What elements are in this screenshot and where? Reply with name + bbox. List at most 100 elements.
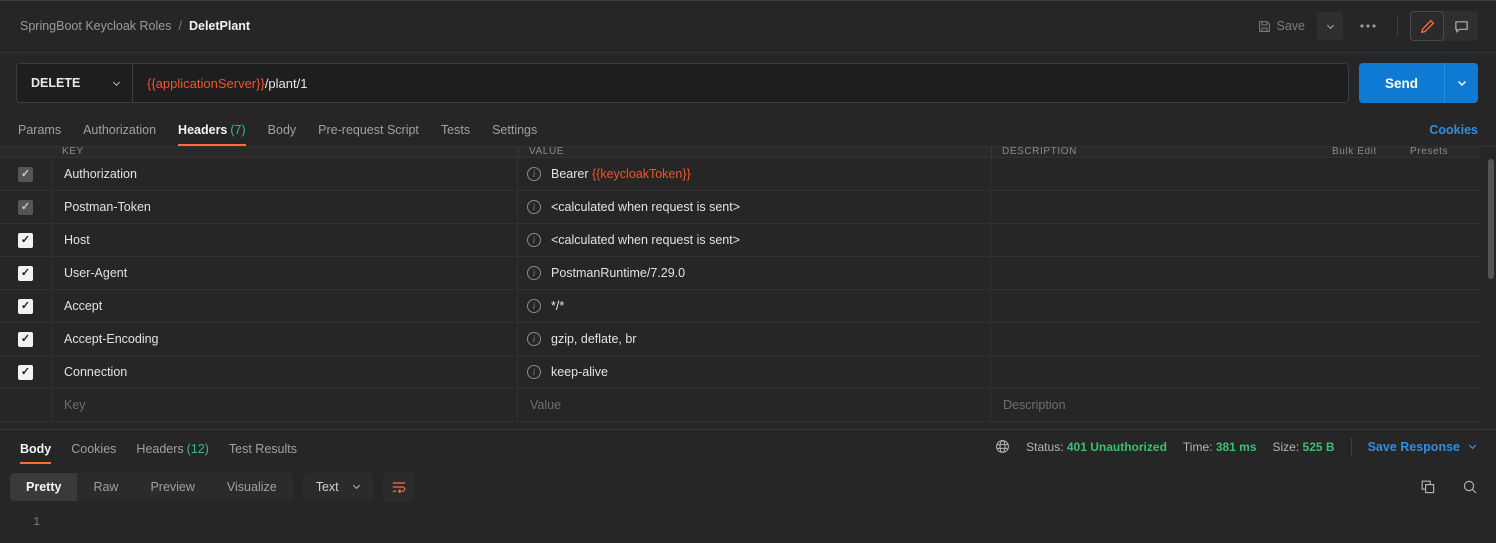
- info-icon[interactable]: i: [527, 299, 541, 313]
- row-checkbox[interactable]: ✓: [18, 199, 33, 215]
- breadcrumb-collection[interactable]: SpringBoot Keycloak Roles: [20, 19, 171, 33]
- row-description-cell[interactable]: [991, 257, 1496, 289]
- row-checkbox[interactable]: ✓: [18, 331, 33, 347]
- request-url-row: DELETE {{applicationServer}}/plant/1 Sen…: [0, 53, 1496, 113]
- row-checkbox[interactable]: ✓: [18, 166, 33, 182]
- info-icon[interactable]: i: [527, 233, 541, 247]
- row-checkbox-cell[interactable]: ✓: [0, 356, 52, 388]
- body-view-visualize[interactable]: Visualize: [211, 473, 293, 501]
- headers-table-head: KEY VALUE DESCRIPTION Bulk Edit Presets: [0, 147, 1496, 158]
- send-options-button[interactable]: [1444, 63, 1478, 103]
- info-icon[interactable]: i: [527, 365, 541, 379]
- globe-icon: [995, 439, 1010, 454]
- row-key-cell[interactable]: Host: [52, 224, 518, 256]
- tab-tests[interactable]: Tests: [430, 123, 481, 146]
- new-row-value-input[interactable]: Value: [518, 389, 991, 421]
- response-tab-headers[interactable]: Headers (12): [126, 442, 218, 464]
- response-tab-test-results[interactable]: Test Results: [219, 442, 307, 464]
- row-value-cell[interactable]: i keep-alive: [518, 356, 991, 388]
- row-checkbox-cell[interactable]: ✓: [0, 224, 52, 256]
- row-description-cell[interactable]: [991, 158, 1496, 190]
- row-value-cell[interactable]: i Bearer {{keycloakToken}}: [518, 158, 991, 190]
- row-description-cell[interactable]: [991, 323, 1496, 355]
- response-tab-test-results-label: Test Results: [228, 441, 297, 456]
- save-button[interactable]: Save: [1246, 13, 1318, 39]
- body-view-preview[interactable]: Preview: [134, 473, 210, 501]
- send-button[interactable]: Send: [1358, 63, 1444, 103]
- row-checkbox-cell[interactable]: ✓: [0, 191, 52, 223]
- row-key-cell[interactable]: Postman-Token: [52, 191, 518, 223]
- row-checkbox[interactable]: ✓: [18, 265, 33, 281]
- response-tabs: Body Cookies Headers (12) Test Results: [10, 430, 307, 464]
- row-key-cell[interactable]: Connection: [52, 356, 518, 388]
- row-value-cell[interactable]: i gzip, deflate, br: [518, 323, 991, 355]
- edit-request-button[interactable]: [1410, 11, 1444, 41]
- tab-headers[interactable]: Headers (7): [167, 123, 257, 146]
- response-tab-body[interactable]: Body: [10, 442, 61, 464]
- word-wrap-button[interactable]: [382, 471, 415, 502]
- row-value-cell[interactable]: i <calculated when request is sent>: [518, 191, 991, 223]
- row-checkbox[interactable]: ✓: [18, 364, 33, 380]
- row-value-cell[interactable]: i */*: [518, 290, 991, 322]
- status-label: Status:: [1026, 439, 1064, 454]
- new-row-description-input[interactable]: Description: [991, 389, 1496, 421]
- info-icon[interactable]: i: [527, 167, 541, 181]
- tab-pre-request-script[interactable]: Pre-request Script: [307, 123, 430, 146]
- info-icon[interactable]: i: [527, 332, 541, 346]
- row-value-prefix: Bearer: [551, 167, 592, 181]
- table-row: ✓ Accept i */*: [0, 290, 1496, 323]
- headers-table-scrollbar[interactable]: [1488, 159, 1494, 279]
- tab-body[interactable]: Body: [257, 123, 308, 146]
- response-tab-cookies-label: Cookies: [71, 441, 117, 456]
- copy-button[interactable]: [1420, 479, 1436, 495]
- row-key-text: Postman-Token: [64, 200, 151, 214]
- view-mode-group: [1410, 11, 1478, 41]
- comments-button[interactable]: [1444, 11, 1478, 41]
- row-key-cell[interactable]: User-Agent: [52, 257, 518, 289]
- http-method-select[interactable]: DELETE: [17, 64, 133, 102]
- row-value-cell[interactable]: i PostmanRuntime/7.29.0: [518, 257, 991, 289]
- chevron-down-icon: [1467, 441, 1478, 452]
- body-format-select[interactable]: Text: [302, 472, 373, 501]
- response-body-toolbar: Pretty Raw Preview Visualize Text: [0, 463, 1496, 510]
- row-key-cell[interactable]: Authorization: [52, 158, 518, 190]
- row-checkbox[interactable]: ✓: [18, 298, 33, 314]
- response-status-group: Status: 401 Unauthorized Time: 381 ms Si…: [995, 437, 1478, 456]
- row-checkbox-cell[interactable]: [0, 389, 52, 421]
- row-checkbox-cell[interactable]: ✓: [0, 257, 52, 289]
- tab-settings[interactable]: Settings: [481, 123, 548, 146]
- tab-authorization[interactable]: Authorization: [72, 123, 167, 146]
- save-response-button[interactable]: Save Response: [1368, 440, 1478, 454]
- row-description-cell[interactable]: [991, 290, 1496, 322]
- info-icon[interactable]: i: [527, 200, 541, 214]
- new-row-key-input[interactable]: Key: [52, 389, 518, 421]
- row-checkbox[interactable]: ✓: [18, 232, 33, 248]
- response-body-content[interactable]: [52, 516, 1496, 543]
- row-checkbox-cell[interactable]: ✓: [0, 158, 52, 190]
- presets-button[interactable]: Presets: [1400, 147, 1470, 157]
- row-key-cell[interactable]: Accept-Encoding: [52, 323, 518, 355]
- row-checkbox-cell[interactable]: ✓: [0, 290, 52, 322]
- http-method-value: DELETE: [31, 76, 81, 90]
- cookies-link[interactable]: Cookies: [1429, 123, 1478, 146]
- search-button[interactable]: [1462, 479, 1478, 495]
- bulk-edit-button[interactable]: Bulk Edit: [1322, 147, 1400, 157]
- time-value: 381 ms: [1215, 439, 1257, 454]
- row-value-cell[interactable]: i <calculated when request is sent>: [518, 224, 991, 256]
- row-description-cell[interactable]: [991, 224, 1496, 256]
- more-actions-button[interactable]: [1351, 12, 1385, 40]
- body-toolbar-actions: [1420, 479, 1478, 495]
- row-description-cell[interactable]: [991, 356, 1496, 388]
- response-tab-cookies[interactable]: Cookies: [61, 442, 126, 464]
- tab-params[interactable]: Params: [16, 123, 72, 146]
- row-key-cell[interactable]: Accept: [52, 290, 518, 322]
- row-description-cell[interactable]: [991, 191, 1496, 223]
- body-view-pretty[interactable]: Pretty: [10, 472, 78, 501]
- row-key-text: User-Agent: [64, 266, 128, 280]
- row-checkbox-cell[interactable]: ✓: [0, 323, 52, 355]
- request-url-input[interactable]: {{applicationServer}}/plant/1: [133, 64, 1348, 102]
- info-icon[interactable]: i: [527, 266, 541, 280]
- body-view-raw[interactable]: Raw: [77, 473, 134, 501]
- response-body-editor[interactable]: 1: [0, 510, 1496, 543]
- save-options-button[interactable]: [1317, 12, 1343, 40]
